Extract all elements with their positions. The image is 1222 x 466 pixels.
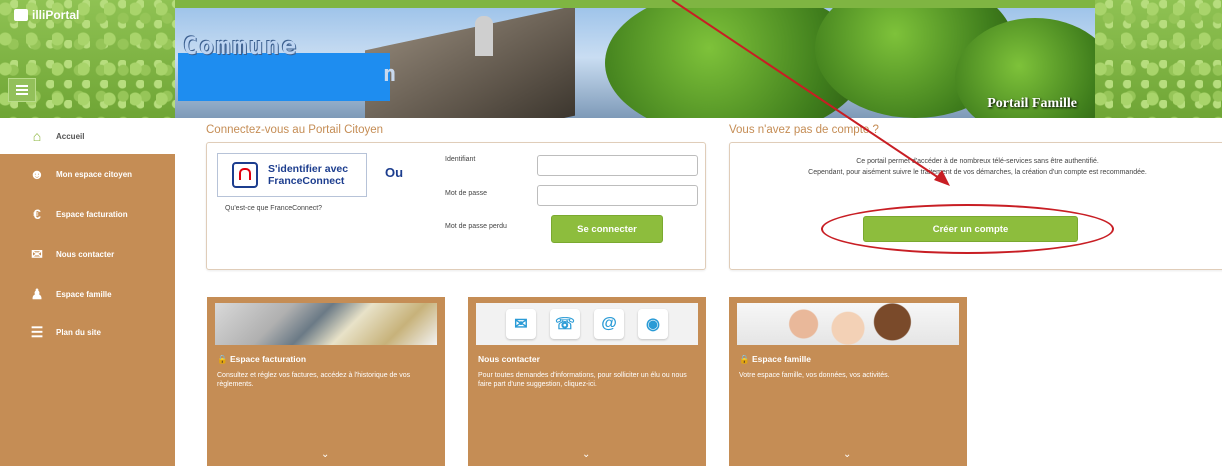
chevron-down-icon[interactable]: ⌄	[321, 449, 329, 460]
banner-image: Commune n Portail Famille	[175, 8, 1095, 118]
phone-icon: ☏	[550, 309, 580, 339]
sidebar-item-label: Plan du site	[56, 327, 101, 337]
banner-subtitle-fragment: n	[383, 62, 397, 87]
sidebar-item-plan-du-site[interactable]: ☰ Plan du site	[0, 314, 175, 350]
banner-tagline: Portail Famille	[987, 96, 1077, 111]
header: illiPortal Commune n Portail Famille	[0, 0, 1222, 118]
redaction-block	[178, 53, 390, 101]
register-section-title: Vous n'avez pas de compte ?	[729, 124, 879, 136]
card-image-facturation	[215, 303, 437, 345]
menu-line	[16, 85, 28, 87]
church-building	[365, 8, 575, 118]
logo-text: illiPortal	[32, 8, 80, 22]
identifier-input[interactable]	[537, 155, 698, 176]
card-title: 🔒 Espace famille	[739, 354, 812, 364]
logo[interactable]: illiPortal	[14, 8, 79, 22]
euro-icon: €	[33, 206, 41, 222]
at-icon: @	[594, 309, 624, 339]
franceconnect-label: S'identifier avec FranceConnect	[268, 163, 348, 187]
user-icon: ☻	[29, 166, 45, 182]
hamburger-menu-button[interactable]	[8, 78, 36, 102]
or-separator: Ou	[385, 165, 404, 180]
card-image-famille	[737, 303, 959, 345]
sidebar-item-label: Nous contacter	[56, 249, 115, 259]
family-icon: ♟	[30, 285, 44, 302]
sidebar-item-label: Accueil	[56, 131, 85, 141]
logo-mark-icon	[14, 9, 28, 21]
banner-title: Commune	[183, 32, 299, 60]
card-description: Consultez et réglez vos factures, accéde…	[217, 372, 411, 388]
home-icon: ⌂	[32, 128, 42, 144]
card-description: Pour toutes demandes d'informations, pou…	[478, 372, 687, 388]
login-section-title: Connectez-vous au Portail Citoyen	[206, 124, 384, 136]
chevron-down-icon[interactable]: ⌄	[843, 449, 851, 460]
church-tower	[475, 16, 493, 56]
franceconnect-button[interactable]: S'identifier avec FranceConnect	[217, 153, 367, 197]
sidebar-item-label: Mon espace citoyen	[56, 169, 133, 179]
card-description: Votre espace famille, vos données, vos a…	[739, 372, 890, 379]
sidebar-item-mon-espace-citoyen[interactable]: ☻ Mon espace citoyen	[0, 156, 175, 192]
sitemap-icon: ☰	[30, 323, 44, 340]
register-info-line1: Ce portail permet d'accéder à de nombreu…	[856, 158, 1099, 165]
card-nous-contacter[interactable]: ✉ ☏ @ ◉ Nous contacter Pour toutes deman…	[468, 297, 706, 466]
sidebar-item-espace-facturation[interactable]: € Espace facturation	[0, 196, 175, 232]
envelope-icon: ✉	[506, 309, 536, 339]
sidebar-item-label: Espace famille	[56, 289, 112, 299]
login-panel: S'identifier avec FranceConnect Ou Qu'es…	[206, 142, 706, 270]
menu-line	[16, 89, 28, 91]
card-title-text: Nous contacter	[478, 354, 540, 364]
password-input[interactable]	[537, 185, 698, 206]
sidebar-item-nous-contacter[interactable]: ✉ Nous contacter	[0, 236, 175, 272]
card-title-text: Espace facturation	[229, 354, 307, 364]
sidebar-item-espace-famille[interactable]: ♟ Espace famille	[0, 276, 175, 312]
franceconnect-info-link[interactable]: Qu'est-ce que FranceConnect?	[225, 205, 322, 212]
menu-line	[16, 93, 28, 95]
location-pin-icon: ◉	[638, 309, 668, 339]
forgot-password-link[interactable]: Mot de passe perdu	[445, 223, 507, 230]
password-label: Mot de passe	[445, 190, 488, 197]
sidebar: ⌂ Accueil ☻ Mon espace citoyen € Espace …	[0, 118, 175, 466]
franceconnect-label-line2: FranceConnect	[268, 175, 345, 187]
card-title-text: Espace famille	[751, 354, 812, 364]
annotation-ellipse	[821, 204, 1114, 254]
envelope-icon: ✉	[31, 245, 43, 262]
identifier-label: Identifiant	[445, 156, 476, 163]
franceconnect-label-line1: S'identifier avec	[268, 163, 349, 175]
card-title: 🔒 Espace facturation	[217, 354, 307, 364]
card-title: Nous contacter	[478, 354, 540, 364]
card-image-contact: ✉ ☏ @ ◉	[476, 303, 698, 345]
leaf-background-right	[1095, 0, 1222, 118]
franceconnect-icon	[232, 162, 258, 188]
register-info-line2: Cependant, pour aisément suivre le trait…	[808, 169, 1147, 176]
sidebar-item-label: Espace facturation	[56, 209, 128, 219]
card-espace-facturation[interactable]: 🔒 Espace facturation Consultez et réglez…	[207, 297, 445, 466]
sidebar-item-accueil[interactable]: ⌂ Accueil	[0, 118, 175, 154]
login-button[interactable]: Se connecter	[551, 215, 663, 243]
card-espace-famille[interactable]: 🔒 Espace famille Votre espace famille, v…	[729, 297, 967, 466]
chevron-down-icon[interactable]: ⌄	[582, 449, 590, 460]
